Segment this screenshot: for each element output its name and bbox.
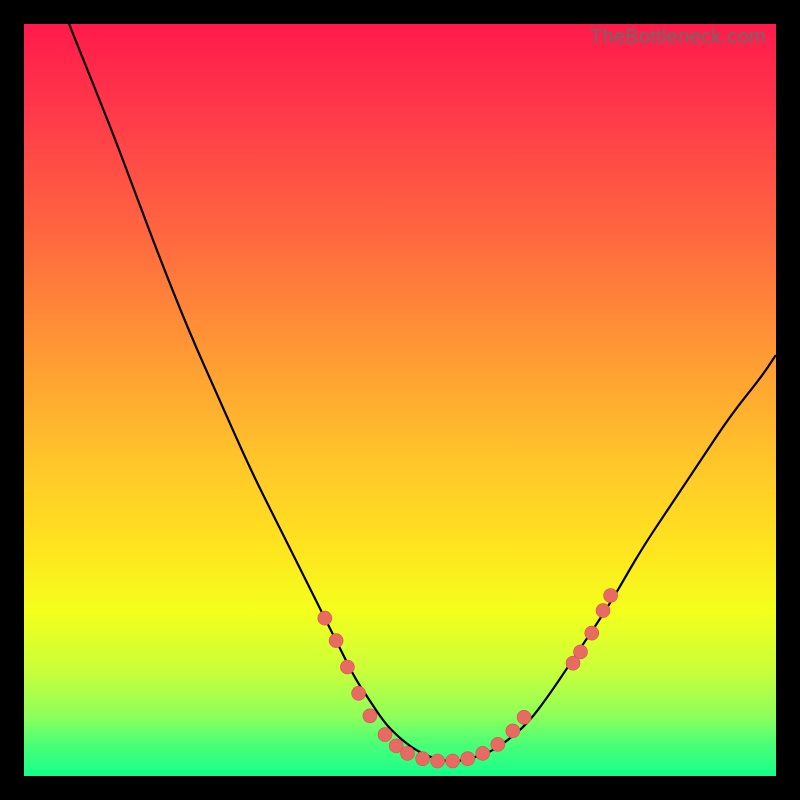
marker-point (566, 656, 580, 670)
marker-point (585, 626, 599, 640)
marker-point (329, 634, 343, 648)
marker-point (378, 728, 392, 742)
marker-point (506, 724, 520, 738)
curve-svg (24, 24, 776, 776)
marker-point (517, 710, 531, 724)
marker-point (476, 746, 490, 760)
plot-area: TheBottleneck.com (24, 24, 776, 776)
gradient-bottom-band (24, 770, 776, 776)
marker-point (401, 746, 415, 760)
marker-point (574, 645, 588, 659)
marker-point (352, 686, 366, 700)
marker-point (446, 754, 460, 768)
marker-point (461, 752, 475, 766)
marker-point (340, 660, 354, 674)
marker-point (318, 611, 332, 625)
marker-point (596, 604, 610, 618)
marker-point (416, 752, 430, 766)
markers-group (318, 589, 618, 769)
marker-point (431, 754, 445, 768)
chart-frame: TheBottleneck.com (0, 0, 800, 800)
marker-point (491, 737, 505, 751)
watermark-text: TheBottleneck.com (590, 26, 766, 49)
bottleneck-curve (69, 24, 776, 761)
marker-point (604, 589, 618, 603)
marker-point (363, 709, 377, 723)
marker-point (389, 739, 403, 753)
